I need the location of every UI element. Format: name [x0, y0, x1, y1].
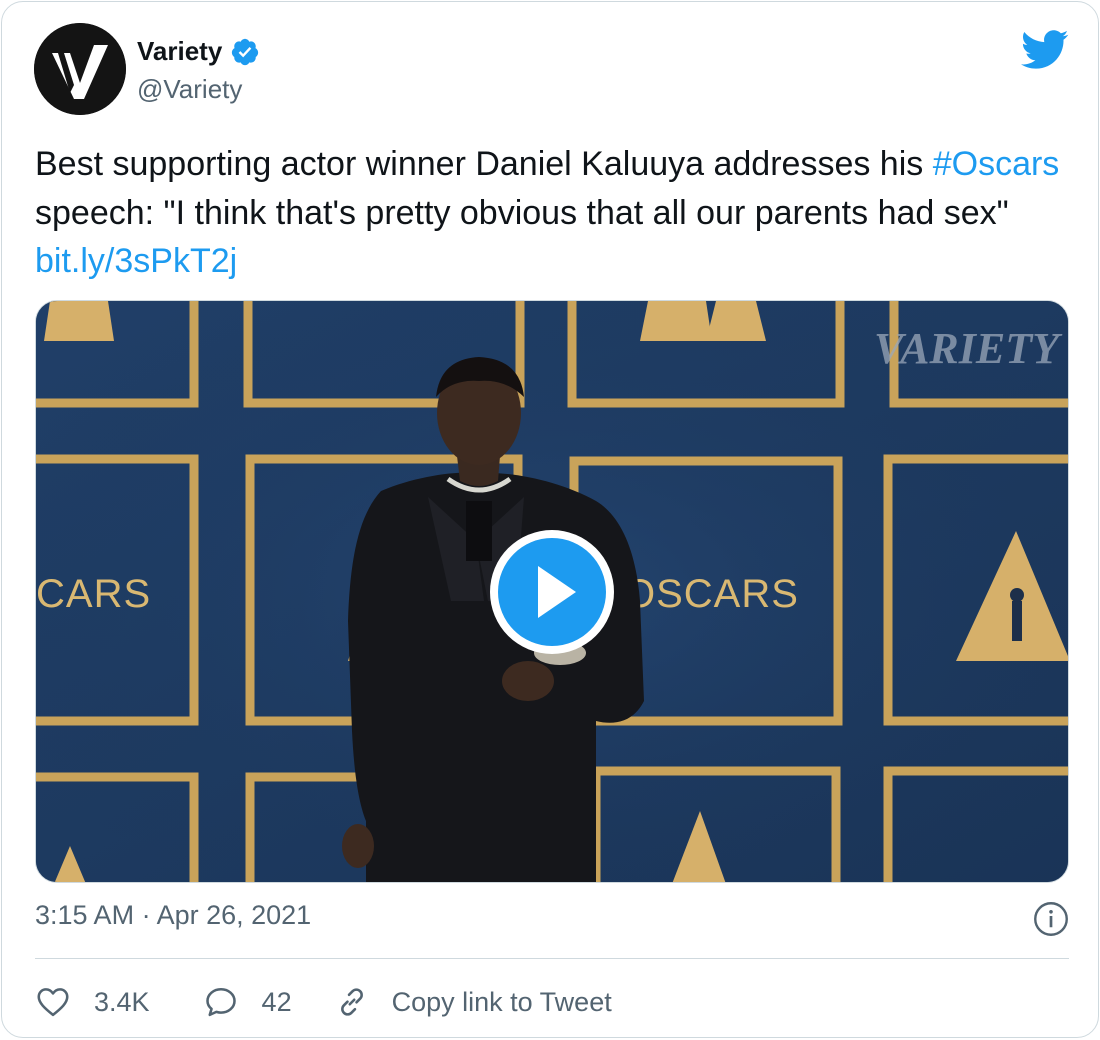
backdrop-text-right: OSCARS: [624, 572, 799, 616]
copy-link-label: Copy link to Tweet: [391, 986, 612, 1017]
tweet-timestamp[interactable]: 3:15 AM · Apr 26, 2021: [35, 900, 311, 931]
tweet-text-part-1: Best supporting actor winner Daniel Kalu…: [35, 145, 933, 183]
tweet-card: Variety @Variety Best supporting actor w…: [1, 1, 1099, 1038]
twitter-bird-icon[interactable]: [1021, 30, 1069, 70]
author-name-row: Variety: [137, 36, 260, 67]
like-count: 3.4K: [94, 986, 150, 1017]
divider: [35, 958, 1069, 959]
hashtag-link[interactable]: #Oscars: [933, 145, 1060, 183]
avatar[interactable]: [34, 23, 126, 115]
link-icon: [340, 988, 363, 1016]
tweet-text-part-2: speech: "I think that's pretty obvious t…: [35, 193, 1009, 232]
like-button[interactable]: 3.4K: [35, 984, 150, 1020]
backdrop-text-left: CARS: [36, 572, 151, 616]
play-icon[interactable]: [486, 526, 618, 658]
url-link[interactable]: bit.ly/3sPkT2j: [35, 242, 237, 280]
tweet-actions: 3.4K 42 Copy link to Tweet: [35, 980, 612, 1024]
video-thumbnail[interactable]: CARS OSCARS VARIETY: [35, 300, 1069, 883]
author-handle[interactable]: @Variety: [137, 74, 242, 105]
tweet-text: Best supporting actor winner Daniel Kalu…: [35, 140, 1065, 286]
reply-button[interactable]: 42: [203, 984, 292, 1020]
reply-count: 42: [261, 986, 292, 1017]
copy-link-button[interactable]: Copy link to Tweet: [334, 984, 612, 1020]
variety-watermark: VARIETY: [874, 324, 1063, 373]
reply-bubble-icon: [205, 987, 236, 1017]
info-icon[interactable]: [1033, 901, 1069, 937]
author-name[interactable]: Variety: [137, 36, 222, 67]
verified-badge-icon: [232, 38, 259, 65]
variety-logo-icon: [34, 23, 126, 115]
heart-icon: [37, 988, 69, 1017]
